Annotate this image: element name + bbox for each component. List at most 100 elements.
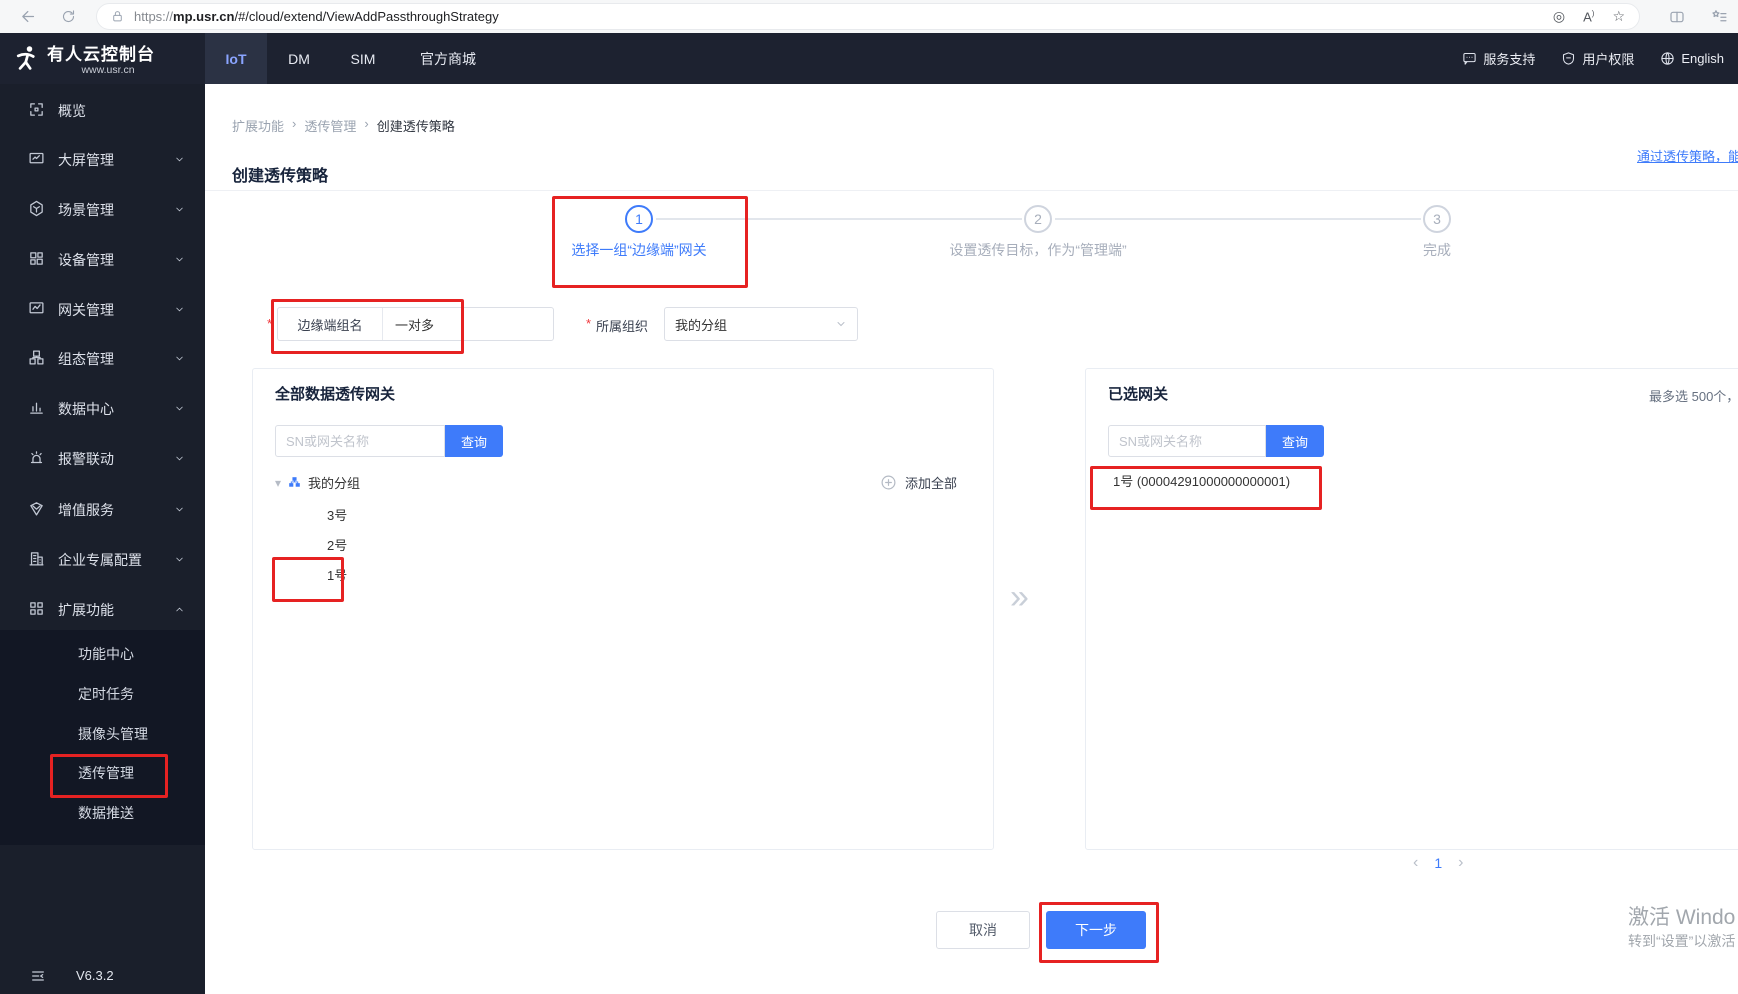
gem-icon [28,500,45,517]
brand-title[interactable]: 有人云控制台 [47,40,155,65]
step-2-circle: 2 [1024,205,1052,233]
chevron-down-icon [174,254,185,265]
tree-item-gateway-2[interactable]: 2号 [327,535,347,557]
org-label: 所属组织 [596,319,649,334]
strategy-help-link[interactable]: 通过透传策略，能 [1637,146,1738,165]
version-label: V6.3.2 [76,968,114,983]
sidebar-item-device[interactable]: 设备管理 [0,241,205,277]
sidebar-item-gateway[interactable]: 网关管理 [0,291,205,327]
step-connector [656,218,1022,220]
all-gateways-title: 全部数据透传网关 [275,386,396,403]
split-screen-icon[interactable] [1662,0,1692,33]
breadcrumb-current: 创建透传策略 [376,119,455,134]
bigscreen-icon [28,150,45,167]
chevron-down-icon [174,204,185,215]
url-text: https://mp.usr.cn/#/cloud/extend/ViewAdd… [134,9,499,24]
step-1-circle: 1 [625,205,653,233]
submenu-item-data-push[interactable]: 数据推送 [0,795,205,831]
org-select-value: 我的分组 [675,317,728,333]
breadcrumb-extend[interactable]: 扩展功能 [232,116,284,135]
user-permissions[interactable]: 用户权限 [1561,49,1634,68]
tree-item-gateway-3[interactable]: 3号 [327,505,347,527]
group-tree-root-label[interactable]: 我的分组 [308,473,360,492]
brand-logo[interactable] [12,44,42,79]
breadcrumb-passthrough[interactable]: 透传管理 [304,116,356,135]
pagination-prev-icon[interactable]: ‹ [1413,854,1418,872]
submenu-item-function-center[interactable]: 功能中心 [0,636,205,672]
favorite-star-icon[interactable]: ☆ [1612,8,1625,25]
step-3-circle: 3 [1423,205,1451,233]
tree-caret-icon[interactable]: ▾ [275,476,281,490]
sidebar-footer: V6.3.2 [0,960,205,994]
top-navbar: 有人云控制台 www.usr.cn IoT DM SIM 官方商城 服务支持 用… [0,33,1738,84]
step-2-label: 设置透传目标，作为“管理端” [949,242,1127,258]
product-tabs: IoT DM SIM 官方商城 [205,33,501,84]
step-connector [1055,218,1421,220]
sidebar-item-value-added[interactable]: 增值服务 [0,491,205,527]
address-bar[interactable]: https://mp.usr.cn/#/cloud/extend/ViewAdd… [96,3,1640,30]
overview-icon [28,101,45,118]
next-step-button[interactable]: 下一步 [1046,911,1146,949]
collapse-sidebar-icon[interactable] [30,968,46,984]
sidebar-item-bigscreen[interactable]: 大屏管理 [0,141,205,177]
submenu-item-scheduled-tasks[interactable]: 定时任务 [0,676,205,712]
sidebar-item-alarm[interactable]: 报警联动 [0,440,205,476]
breadcrumb-separator: › [292,116,297,131]
gateway-search-input[interactable] [275,425,445,457]
edge-group-name-field: 边缘端组名 [277,307,554,341]
submenu-item-camera-mgmt[interactable]: 摄像头管理 [0,716,205,752]
pagination: ‹ 1 › [1413,854,1463,872]
gateway-icon [28,300,45,317]
configuration-icon [28,349,45,366]
group-tree-root[interactable]: ▾ 我的分组 [275,473,360,492]
tab-official-mall[interactable]: 官方商城 [395,33,501,84]
sidebar-item-datacenter[interactable]: 数据中心 [0,390,205,426]
tree-item-gateway-1[interactable]: 1号 [327,565,347,587]
windows-activation-watermark: 激活 Windo [1628,906,1736,929]
cancel-button[interactable]: 取消 [936,911,1030,949]
back-icon[interactable] [14,0,42,33]
search-button[interactable]: 查询 [1266,425,1325,457]
sidebar-item-configuration[interactable]: 组态管理 [0,340,205,376]
brand-url: www.usr.cn [81,64,135,76]
sidebar-item-extend[interactable]: 扩展功能 [0,591,205,627]
tab-iot[interactable]: IoT [205,33,267,84]
datacenter-icon [28,399,45,416]
chevron-down-icon [174,403,185,414]
add-all-button[interactable]: 添加全部 [880,473,957,492]
extend-submenu: 功能中心 定时任务 摄像头管理 透传管理 数据推送 [0,630,205,845]
chevron-down-icon [174,353,185,364]
tab-sim[interactable]: SIM [331,33,395,84]
selected-search-input[interactable] [1108,425,1266,457]
service-support[interactable]: 服务支持 [1462,49,1535,68]
org-select[interactable]: 我的分组 [664,307,858,341]
location-icon[interactable]: ◎ [1553,8,1565,25]
transfer-arrows-icon: » [1010,578,1029,616]
shield-icon [1561,51,1576,66]
submenu-item-passthrough-mgmt[interactable]: 透传管理 [0,755,205,791]
device-icon [28,250,45,267]
chevron-up-icon [174,604,185,615]
chevron-down-icon [174,304,185,315]
pagination-next-icon[interactable]: › [1458,854,1463,872]
sidebar-item-scene[interactable]: 场景管理 [0,191,205,227]
title-divider [205,190,1738,191]
pagination-page-1[interactable]: 1 [1434,855,1442,871]
sidebar-item-enterprise[interactable]: 企业专属配置 [0,541,205,577]
refresh-icon[interactable] [54,0,82,33]
page-title: 创建透传策略 [232,168,329,185]
search-button[interactable]: 查询 [445,425,504,457]
favorites-bar-icon[interactable] [1704,0,1734,33]
selected-gateways-panel: 已选网关 最多选 500个， 查询 1号 (000042910000000000… [1085,368,1738,850]
selected-gateway-item[interactable]: 1号 (00004291000000000001) [1094,465,1290,499]
building-icon [28,550,45,567]
edge-group-name-input[interactable] [383,308,553,340]
language-switcher[interactable]: English [1660,51,1724,66]
chevron-down-icon [174,554,185,565]
usr-person-icon [12,46,42,78]
limit-note: 最多选 500个， [1649,389,1738,404]
tab-dm[interactable]: DM [267,33,331,84]
sidebar-item-overview[interactable]: 概览 [0,92,205,128]
edge-group-name-label: 边缘端组名 [278,308,383,340]
read-aloud-icon[interactable]: A) [1583,9,1594,24]
